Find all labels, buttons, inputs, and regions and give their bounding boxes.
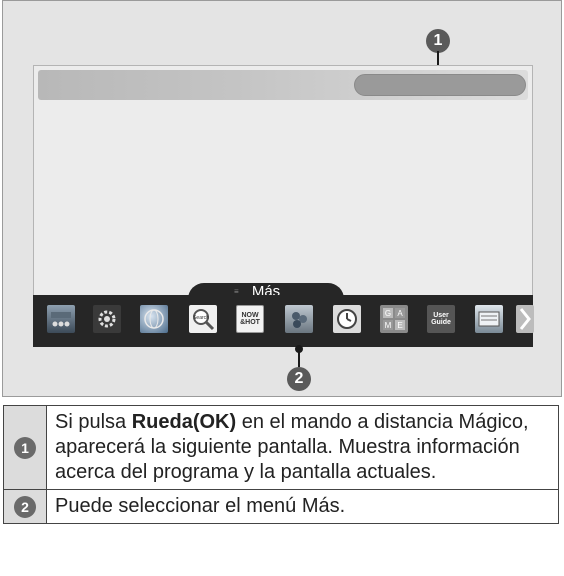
row-number-1: 1 bbox=[14, 436, 36, 459]
row-text-bold: Rueda(OK) bbox=[131, 411, 237, 433]
settings-icon[interactable] bbox=[93, 305, 121, 333]
input-icon[interactable] bbox=[47, 305, 75, 333]
row-number-cell: 1 bbox=[3, 405, 47, 490]
info-bar bbox=[38, 70, 528, 100]
game-icon[interactable]: G A M E bbox=[380, 305, 408, 333]
svg-text:E: E bbox=[397, 321, 402, 330]
apps-icon[interactable] bbox=[285, 305, 313, 333]
svg-text:M: M bbox=[385, 321, 392, 330]
row-number-2: 2 bbox=[14, 495, 36, 518]
callout-2: 2 bbox=[287, 367, 311, 391]
photo-icon[interactable] bbox=[475, 305, 503, 333]
internet-icon[interactable] bbox=[140, 305, 168, 333]
row-text-1: Si pulsa Rueda(OK) en el mando a distanc… bbox=[46, 405, 559, 490]
svg-text:Search: Search bbox=[193, 315, 209, 321]
callout-2-line bbox=[298, 351, 300, 367]
user-guide-icon[interactable]: User Guide bbox=[427, 305, 455, 333]
search-icon[interactable]: Search bbox=[189, 305, 217, 333]
table-row: 1 Si pulsa Rueda(OK) en el mando a dista… bbox=[3, 405, 559, 490]
clock-icon[interactable] bbox=[333, 305, 361, 333]
row-number-cell: 2 bbox=[3, 489, 47, 524]
tv-illustration: 1 ≡ Más Search NOW &HOT G A M E User Gui… bbox=[2, 0, 562, 397]
svg-text:G: G bbox=[385, 309, 391, 318]
info-pill bbox=[354, 74, 526, 96]
now-hot-icon[interactable]: NOW &HOT bbox=[236, 305, 264, 333]
svg-text:A: A bbox=[397, 309, 403, 318]
caption-table: 1 Si pulsa Rueda(OK) en el mando a dista… bbox=[3, 405, 559, 524]
callout-1: 1 bbox=[426, 29, 450, 53]
table-row: 2 Puede seleccionar el menú Más. bbox=[3, 489, 559, 524]
next-arrow-icon[interactable] bbox=[516, 305, 534, 333]
row-text-2: Puede seleccionar el menú Más. bbox=[46, 489, 559, 524]
